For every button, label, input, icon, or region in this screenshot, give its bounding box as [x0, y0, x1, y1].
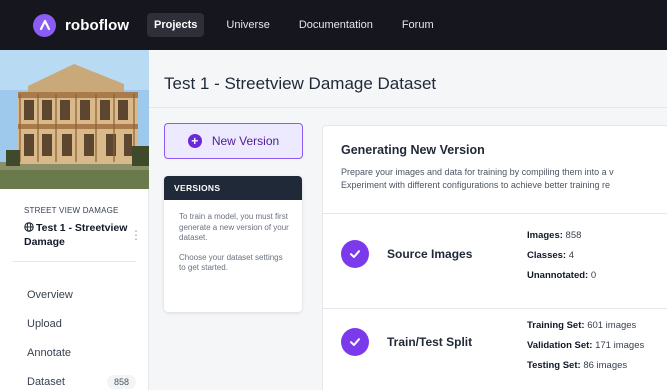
plus-icon: +: [187, 134, 202, 148]
sidebar-item-label: Upload: [27, 317, 62, 330]
title-divider: [149, 107, 667, 108]
nav-projects[interactable]: Projects: [147, 13, 205, 37]
versions-hint-1: To train a model, you must first generat…: [179, 212, 289, 242]
project-type: STREET VIEW DAMAGE: [24, 206, 119, 215]
top-navbar: roboflow Projects Universe Documentation…: [0, 0, 667, 50]
project-sidebar: STREET VIEW DAMAGE Test 1 - Streetview D…: [0, 50, 149, 390]
sidebar-divider: [12, 261, 136, 262]
detail-validation-set: Validation Set: 171 images: [527, 340, 645, 351]
sidebar-item-overview[interactable]: Overview: [0, 280, 148, 309]
step-details: Training Set: 601 images Validation Set:…: [527, 316, 644, 376]
generating-desc-line-1: Prepare your images and data for trainin…: [341, 167, 614, 177]
check-circle-icon: [341, 240, 369, 268]
step-train-test-split[interactable]: Train/Test Split Training Set: 601 image…: [323, 309, 667, 390]
sidebar-item-label: Overview: [27, 288, 73, 301]
versions-hint-2: Choose your dataset settings to get star…: [179, 252, 283, 273]
dataset-count-badge: 858: [106, 374, 136, 389]
project-name-row: Test 1 - Streetview Damage ⋮: [24, 221, 148, 249]
versions-body: To train a model, you must first generat…: [164, 200, 302, 274]
sidebar-item-dataset[interactable]: Dataset 858: [0, 367, 148, 390]
sidebar-item-label: Dataset: [27, 375, 65, 388]
sidebar-item-upload[interactable]: Upload: [0, 309, 148, 338]
generating-version-card: Generating New Version Prepare your imag…: [322, 125, 667, 390]
kebab-menu-icon[interactable]: ⋮: [130, 221, 142, 249]
step-name: Source Images: [387, 247, 473, 261]
generating-desc-line-2: Experiment with different configurations…: [341, 180, 610, 190]
step-name: Train/Test Split: [387, 335, 473, 349]
nav-forum[interactable]: Forum: [395, 13, 441, 37]
detail-images: Images: 858: [527, 230, 582, 241]
new-version-button[interactable]: + New Version: [164, 123, 303, 159]
nav-universe[interactable]: Universe: [219, 13, 276, 37]
step-details: Images: 858 Classes: 4 Unannotated: 0: [527, 226, 596, 286]
project-name[interactable]: Test 1 - Streetview Damage: [24, 221, 128, 249]
generating-title: Generating New Version: [341, 143, 485, 157]
sidebar-item-label: Annotate: [27, 346, 72, 359]
check-circle-icon: [341, 328, 369, 356]
detail-training-set: Training Set: 601 images: [527, 320, 637, 331]
versions-panel: VERSIONS To train a model, you must firs…: [164, 176, 302, 312]
roboflow-logo-icon: [33, 13, 56, 37]
generating-header: Generating New Version Prepare your imag…: [323, 126, 667, 214]
detail-unannotated: Unannotated: 0: [527, 270, 597, 281]
project-name-text: Test 1 - Streetview Damage: [24, 222, 128, 248]
detail-classes: Classes: 4: [527, 250, 575, 261]
brand-name: roboflow: [65, 16, 130, 34]
sidebar-menu: Overview Upload Annotate Dataset 858: [0, 280, 148, 390]
detail-testing-set: Testing Set: 86 images: [527, 360, 628, 371]
main-nav: Projects Universe Documentation Forum: [147, 13, 456, 37]
new-version-label: New Version: [211, 134, 280, 148]
roboflow-logo[interactable]: roboflow: [33, 13, 143, 37]
step-source-images[interactable]: Source Images Images: 858 Classes: 4 Una…: [323, 214, 667, 309]
nav-documentation[interactable]: Documentation: [292, 13, 380, 37]
versions-header: VERSIONS: [164, 176, 302, 200]
globe-icon: [24, 222, 34, 232]
page-title: Test 1 - Streetview Damage Dataset: [164, 74, 437, 93]
generating-description: Prepare your images and data for trainin…: [341, 166, 667, 192]
project-thumbnail[interactable]: [0, 50, 149, 189]
sidebar-item-annotate[interactable]: Annotate: [0, 338, 148, 367]
